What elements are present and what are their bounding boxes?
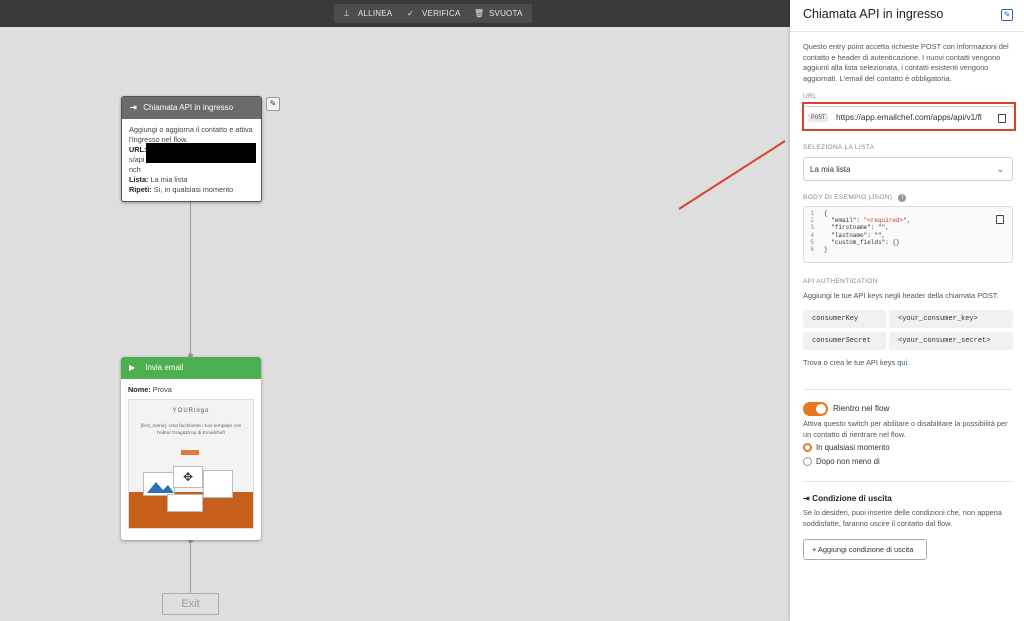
api-keys-link[interactable]: qui [897,358,907,367]
list-select[interactable]: La mia lista ⌄ [803,157,1013,181]
exit-condition-title: ⇥ Condizione di uscita [803,494,892,503]
radio-after[interactable] [803,457,812,466]
info-icon[interactable]: i [898,194,907,202]
radio-after-label[interactable]: Dopo non meno di [816,457,880,466]
node-settings-panel: Chiamata API in ingresso ✎ Questo entry … [790,0,1024,621]
divider [803,481,1013,482]
json-example-code: 123 456 { "email": "<required>", "firstn… [803,206,1013,263]
panel-intro: Questo entry point accetta richieste POS… [803,42,1009,83]
code-line-numbers: 123 456 [810,210,814,254]
add-exit-condition-button[interactable]: + Aggiungi condizione di uscita [803,539,927,560]
consumer-key-value[interactable]: <your_consumer_key> [889,310,1013,328]
divider [803,389,1013,390]
list-section-label: SELEZIONA LA LISTA [803,144,875,151]
panel-header: Chiamata API in ingresso ✎ [790,0,1024,32]
radio-any-time-label[interactable]: In qualsiasi momento [816,443,890,452]
annotation-arrow [678,140,786,210]
list-select-value: La mia lista [810,165,851,174]
chevron-down-icon: ⌄ [996,164,1004,174]
find-keys-text: Trova o crea le tue API keys qui. [803,358,910,367]
annotation-highlight-box [802,102,1016,131]
auth-section-label: API AUTHENTICATION [803,278,878,285]
panel-title: Chiamata API in ingresso [803,7,944,21]
toggle-knob [816,404,826,414]
logout-icon: ⇥ [803,494,810,503]
url-section-label: URL [803,93,818,100]
code-content: { "email": "<required>", "firstname": ""… [824,210,911,254]
body-section-label: BODY DI ESEMPIO (JSON) i [803,194,907,202]
reentry-label: Rientro nel flow [833,404,890,413]
flow-canvas[interactable]: ⊥ ALLINEA ✓ VERIFICA 🗑 SVUOTA ⇥ Chiamata AP… [0,0,790,621]
exit-condition-description: Se lo desideri, puoi inserire delle cond… [803,508,1002,528]
radio-any-time[interactable] [803,443,812,452]
copy-icon[interactable] [996,215,1004,224]
plus-icon: + [812,545,817,554]
reentry-description: Attiva questo switch per abilitare o dis… [803,419,1008,439]
edit-icon[interactable]: ✎ [1001,9,1013,21]
consumer-secret-name: consumerSecret [803,332,886,350]
consumer-key-name: consumerKey [803,310,886,328]
consumer-secret-value[interactable]: <your_consumer_secret> [889,332,1013,350]
auth-description: Aggiungi le tue API keys negli header de… [803,291,999,300]
reentry-toggle[interactable] [803,402,828,416]
